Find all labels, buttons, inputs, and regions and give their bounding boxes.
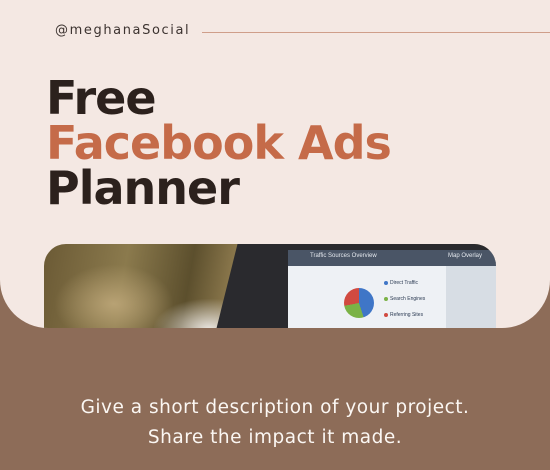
planner-card: @meghanaSocial Free Facebook Ads Planner… xyxy=(0,0,550,470)
legend-item: Referring Sites xyxy=(384,312,425,324)
map-panel xyxy=(446,266,496,328)
pie-legend: Direct Traffic Search Engines Referring … xyxy=(384,280,425,328)
social-handle: @meghanaSocial xyxy=(55,23,191,38)
traffic-pie-chart xyxy=(344,288,374,318)
description-line-1: Give a short description of your project… xyxy=(80,397,470,418)
laptop-photo: Traffic Sources Overview Map Overlay Dir… xyxy=(44,244,496,328)
top-panel: @meghanaSocial Free Facebook Ads Planner… xyxy=(0,0,550,328)
page-title: Free Facebook Ads Planner xyxy=(46,71,392,215)
header-divider xyxy=(202,32,550,33)
legend-dot-icon xyxy=(384,296,388,301)
legend-item: Search Engines xyxy=(384,296,425,308)
title-line-facebook-ads: Facebook Ads xyxy=(46,116,392,170)
legend-item: Direct Traffic xyxy=(384,280,425,292)
screen-header: Traffic Sources Overview Map Overlay xyxy=(288,250,496,266)
description-line-2: Share the impact it made. xyxy=(147,427,403,448)
title-line-free: Free xyxy=(46,71,157,125)
legend-dot-icon xyxy=(384,312,388,317)
laptop-screen: Traffic Sources Overview Map Overlay Dir… xyxy=(288,250,496,328)
screen-left-title: Traffic Sources Overview xyxy=(310,253,377,259)
title-line-planner: Planner xyxy=(46,161,240,215)
screen-right-title: Map Overlay xyxy=(448,253,483,259)
project-description: Give a short description of your project… xyxy=(0,393,550,453)
legend-dot-icon xyxy=(384,280,388,285)
